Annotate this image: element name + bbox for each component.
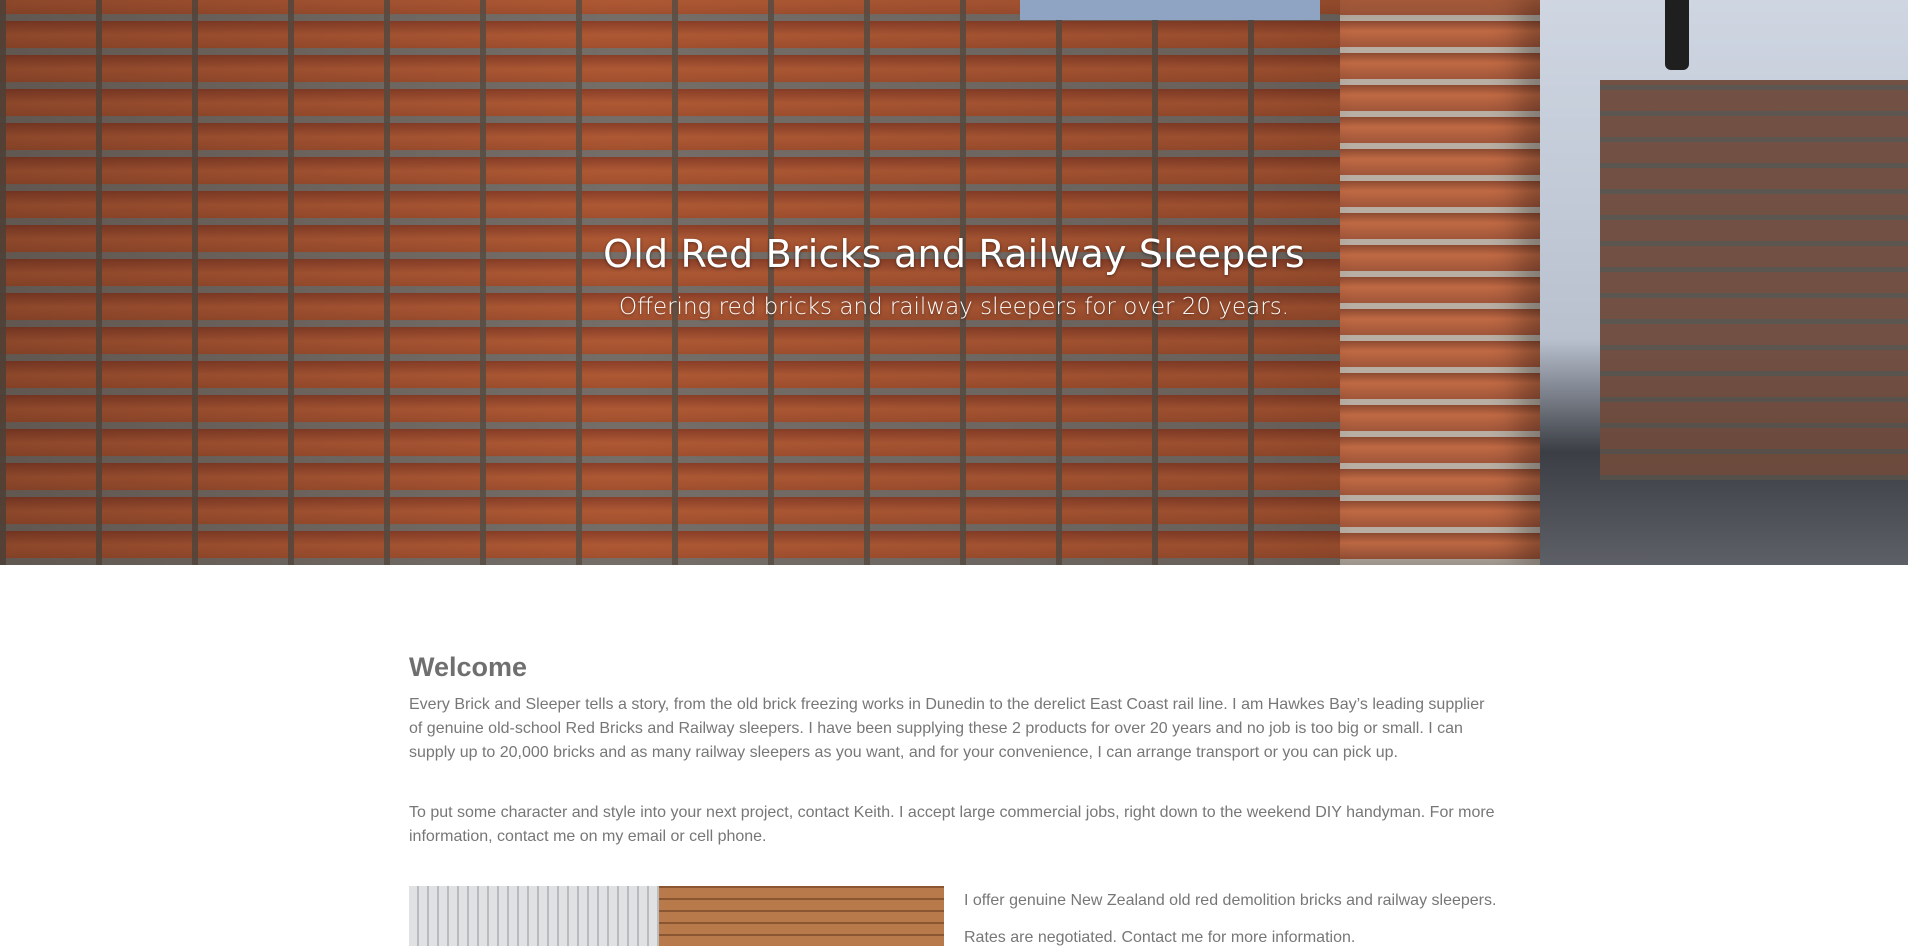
welcome-heading: Welcome <box>409 652 528 682</box>
welcome-section: Welcome Every Brick and Sleeper tells a … <box>409 652 1499 885</box>
hero-text-block: Old Red Bricks and Railway Sleepers Offe… <box>0 232 1908 320</box>
welcome-paragraph-1: Every Brick and Sleeper tells a story, f… <box>409 696 1485 761</box>
shed-photo <box>409 886 659 946</box>
offer-text: I offer genuine New Zealand old red demo… <box>964 892 1497 909</box>
sky-strip <box>1020 0 1320 20</box>
welcome-paragraph-2: To put some character and style into you… <box>409 804 1495 845</box>
hero-title: Old Red Bricks and Railway Sleepers <box>603 232 1305 276</box>
hero-banner: Old Red Bricks and Railway Sleepers Offe… <box>0 0 1908 565</box>
brick-stack-photo <box>659 886 944 946</box>
rates-text: Rates are negotiated. Contact me for mor… <box>964 929 1356 946</box>
offer-section: I offer genuine New Zealand old red demo… <box>409 886 1509 946</box>
lamp-post-image <box>1665 0 1689 70</box>
hero-subtitle: Offering red bricks and railway sleepers… <box>619 294 1289 320</box>
